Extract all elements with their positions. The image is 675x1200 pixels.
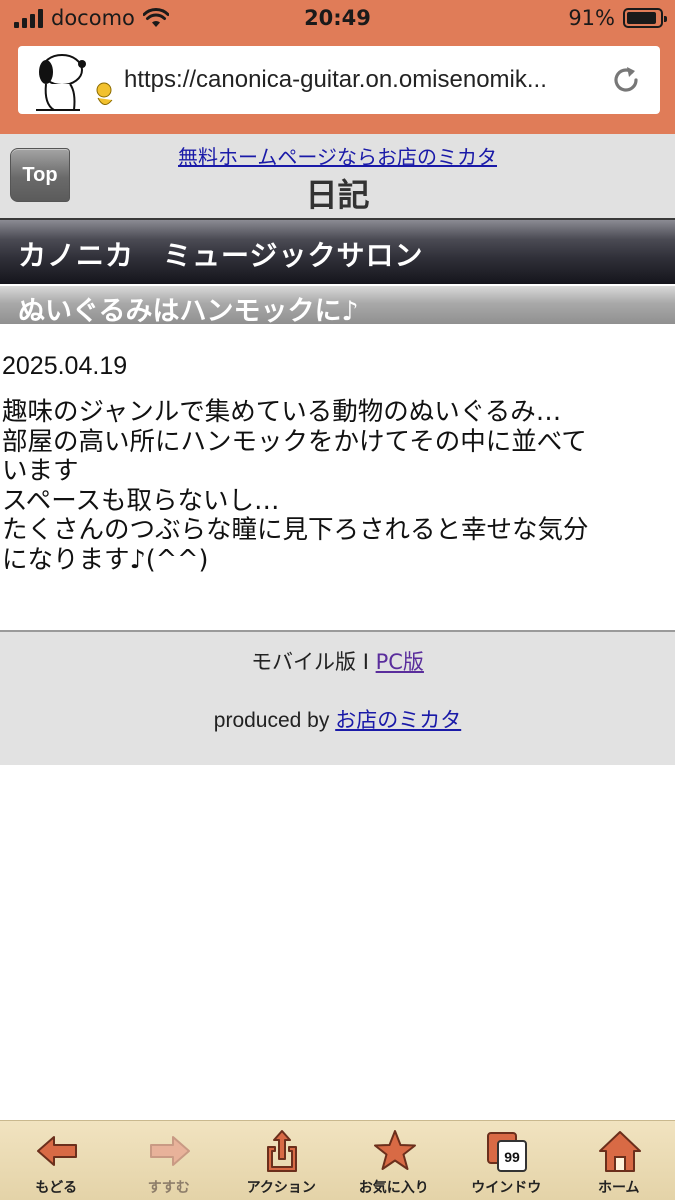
entry-title: ぬいぐるみはハンモックに♪ [18, 296, 359, 327]
entry-line: になります♪(^^) [2, 544, 209, 575]
window-count-badge: 99 [504, 1149, 520, 1165]
entry-line: います [2, 456, 79, 486]
forward-label: すすむ [147, 1180, 190, 1196]
browser-toolbar: もどる すすむ アクション お気に入り 99 ウインドウ ホーム [0, 1120, 675, 1200]
footer-credit-row: produced by お店のミカタ [0, 704, 675, 734]
entry-line: スペースも取らないし… [2, 485, 280, 516]
home-icon [598, 1131, 641, 1172]
promo-link[interactable]: 無料ホームページならお店のミカタ [0, 141, 675, 170]
mobile-version-label: モバイル版 I [251, 650, 376, 674]
star-icon [373, 1130, 416, 1170]
page-header: Top 無料ホームページならお店のミカタ 日記 [0, 134, 675, 218]
action-label: アクション [246, 1180, 316, 1196]
favorites-label: お気に入り [358, 1180, 429, 1196]
windows-icon: 99 [487, 1132, 528, 1172]
windows-label: ウインドウ [471, 1180, 542, 1196]
address-bar[interactable]: https://canonica-guitar.on.omisenomik... [18, 46, 660, 114]
home-label: ホーム [597, 1180, 640, 1196]
status-right: 91% [568, 6, 667, 30]
entry-body: 趣味のジャンルで集めている動物のぬいぐるみ… 部屋の高い所にハンモックをかけてそ… [2, 397, 670, 575]
reload-icon[interactable] [610, 64, 642, 96]
produced-by-label: produced by [213, 709, 336, 732]
entry-line: たくさんのつぶらな瞳に見下ろされると幸せな気分 [2, 515, 589, 545]
status-bar: docomo 20:49 91% [0, 0, 675, 38]
back-button[interactable]: もどる [6, 1121, 106, 1200]
entry-line: 趣味のジャンルで集めている動物のぬいぐるみ… [2, 397, 562, 427]
site-footer: モバイル版 I PC版 produced by お店のミカタ [0, 630, 675, 765]
shop-name: カノニカ ミュージックサロン [18, 239, 424, 272]
forward-arrow-icon [149, 1136, 190, 1166]
windows-button[interactable]: 99 ウインドウ [456, 1121, 556, 1200]
page-title: 日記 [305, 176, 370, 214]
produced-by-link[interactable]: お店のミカタ [335, 709, 461, 732]
forward-button[interactable]: すすむ [119, 1121, 219, 1200]
back-arrow-icon [37, 1136, 78, 1166]
entry-line: 部屋の高い所にハンモックをかけてその中に並べて [2, 426, 587, 457]
url-text[interactable]: https://canonica-guitar.on.omisenomik... [124, 66, 612, 94]
action-button[interactable]: アクション [231, 1121, 331, 1200]
battery-icon [623, 8, 667, 28]
pc-version-link[interactable]: PC版 [376, 650, 424, 674]
battery-percent: 91% [568, 6, 615, 30]
favorites-button[interactable]: お気に入り [344, 1121, 444, 1200]
entry-date: 2025.04.19 [2, 352, 128, 380]
shop-name-bar: カノニカ ミュージックサロン [0, 218, 675, 284]
dog-mascot-icon [36, 54, 113, 111]
back-label: もどる [35, 1180, 78, 1196]
browser-chrome: docomo 20:49 91% https://canonica-guitar… [0, 0, 675, 134]
footer-version-row: モバイル版 I PC版 [0, 646, 675, 676]
home-button[interactable]: ホーム [569, 1121, 669, 1200]
share-icon [267, 1130, 298, 1172]
entry-title-bar: ぬいぐるみはハンモックに♪ [0, 286, 675, 327]
